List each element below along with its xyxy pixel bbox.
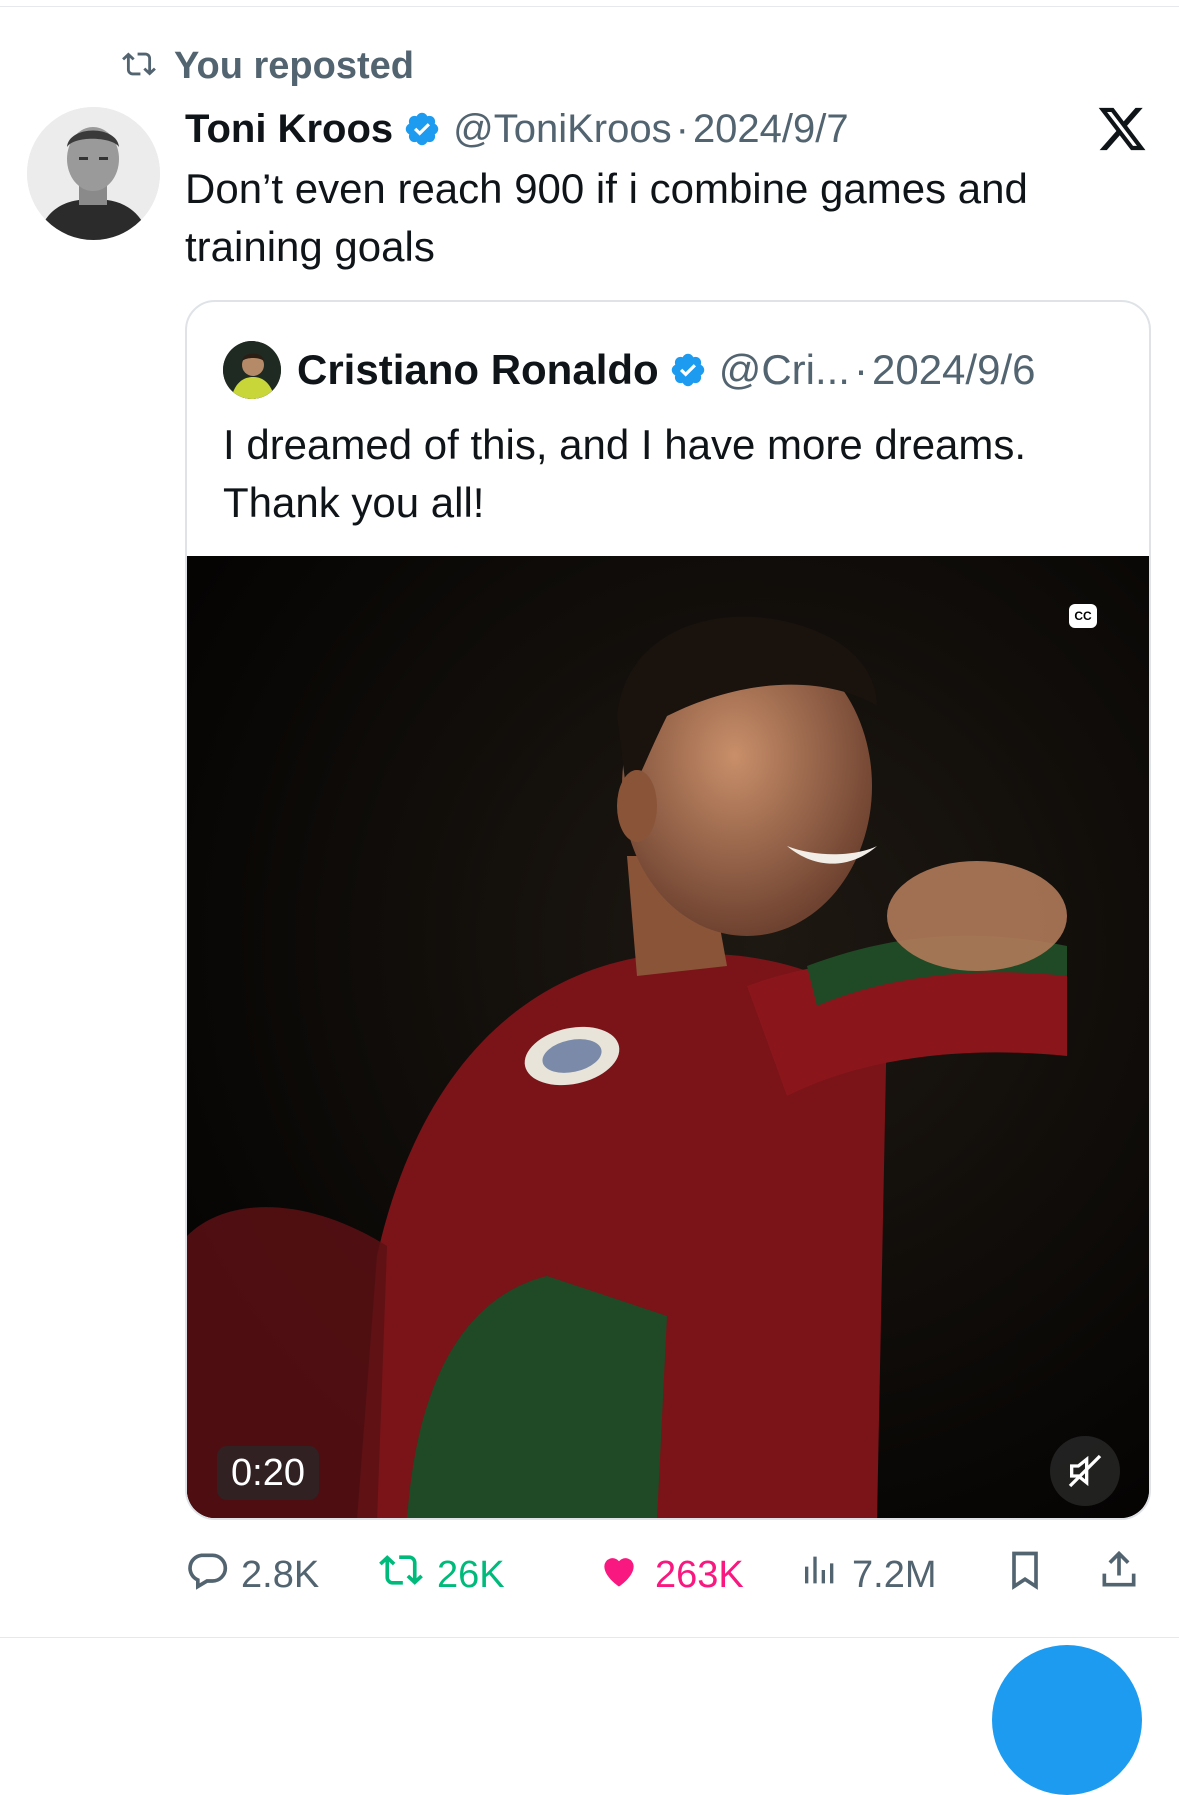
quoted-author-handle[interactable]: @Cri... <box>719 346 850 394</box>
top-divider <box>0 6 1179 7</box>
share-button[interactable] <box>1097 1545 1141 1605</box>
video-player[interactable]: CC 0:20 <box>187 556 1149 1518</box>
quoted-tweet[interactable]: Cristiano Ronaldo @Cri... · 2024/9/6 I d… <box>185 300 1151 1520</box>
bottom-divider <box>0 1637 1179 1638</box>
repost-label: You reposted <box>174 44 414 87</box>
captions-icon[interactable]: CC <box>1069 604 1097 628</box>
quoted-text-line-2: Thank you all! <box>223 479 485 526</box>
quoted-author-name[interactable]: Cristiano Ronaldo <box>297 346 659 394</box>
quoted-text: I dreamed of this, and I have more dream… <box>223 416 1123 532</box>
bookmark-button[interactable] <box>1003 1545 1047 1605</box>
author-handle[interactable]: @ToniKroos <box>453 107 671 152</box>
views-icon <box>800 1548 840 1602</box>
like-count: 263K <box>655 1553 744 1596</box>
heart-icon <box>595 1548 643 1602</box>
tweet-date[interactable]: 2024/9/7 <box>693 107 849 152</box>
reply-count: 2.8K <box>241 1553 320 1596</box>
repost-count: 26K <box>437 1553 505 1596</box>
views-button[interactable]: 7.2M <box>800 1545 936 1605</box>
quoted-text-line-1: I dreamed of this, and I have more dream… <box>223 421 1027 468</box>
header-separator: · <box>675 106 689 151</box>
verified-badge-icon <box>669 351 707 389</box>
video-frame <box>187 556 1149 1518</box>
compose-button[interactable] <box>992 1645 1142 1795</box>
action-bar: 2.8K 26K 263K 7.2M <box>185 1545 1155 1605</box>
reply-icon <box>185 1548 229 1602</box>
share-icon <box>1097 1548 1141 1602</box>
tweet-text: Don’t even reach 900 if i combine games … <box>185 165 1028 270</box>
like-button[interactable]: 263K <box>595 1545 744 1605</box>
repost-indicator[interactable]: You reposted <box>120 44 414 88</box>
verified-badge-icon <box>403 110 441 148</box>
quoted-header: Cristiano Ronaldo @Cri... · 2024/9/6 <box>223 341 1036 399</box>
tweet-header: Toni Kroos @ToniKroos · 2024/9/7 <box>185 104 849 154</box>
repost-button[interactable]: 26K <box>377 1545 505 1605</box>
views-count: 7.2M <box>852 1553 937 1596</box>
repost-icon <box>120 47 158 86</box>
quoted-date[interactable]: 2024/9/6 <box>872 346 1036 394</box>
author-avatar[interactable] <box>27 107 160 240</box>
x-logo-icon <box>1096 103 1148 155</box>
author-name[interactable]: Toni Kroos <box>185 107 393 152</box>
bookmark-icon <box>1003 1548 1047 1602</box>
video-duration: 0:20 <box>217 1446 319 1500</box>
reply-button[interactable]: 2.8K <box>185 1545 319 1605</box>
repost-icon <box>377 1548 425 1602</box>
quoted-author-avatar[interactable] <box>223 341 281 399</box>
mute-icon[interactable] <box>1050 1436 1120 1506</box>
quoted-separator: · <box>853 346 868 393</box>
